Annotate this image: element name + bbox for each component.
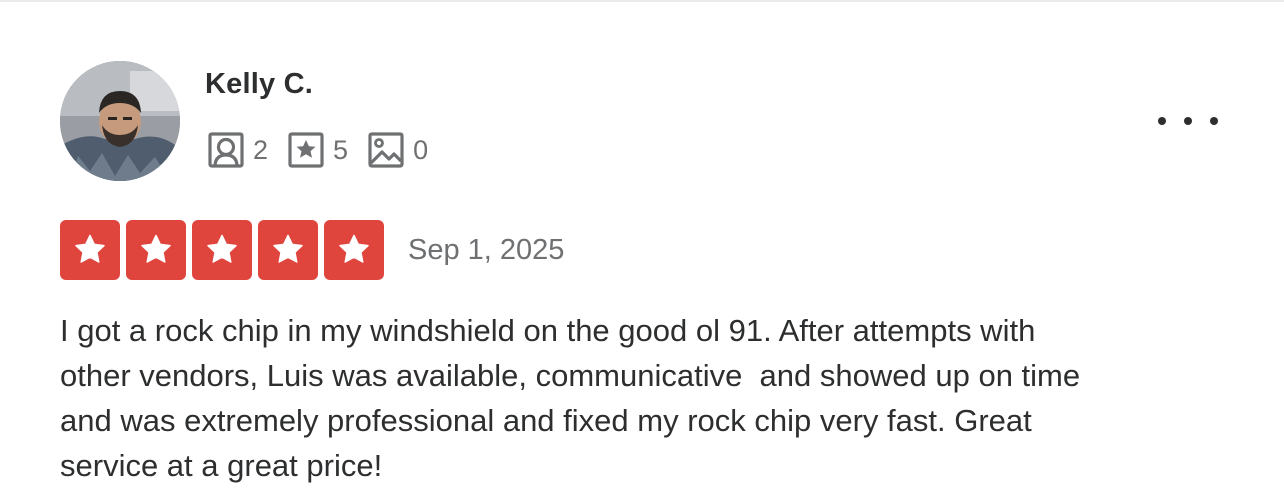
reviews-count: 5	[333, 134, 349, 165]
user-name[interactable]: Kelly C.	[205, 68, 313, 101]
more-options-button[interactable]	[1152, 106, 1224, 136]
more-options-icon	[1210, 117, 1218, 125]
reviews-stat: 5	[286, 130, 348, 170]
user-avatar[interactable]	[60, 61, 180, 181]
friends-stat: 2	[206, 130, 268, 170]
photo-icon	[368, 132, 404, 168]
star-icon	[273, 234, 303, 263]
friends-icon	[208, 132, 244, 168]
photos-count: 0	[413, 134, 429, 165]
friends-count: 2	[253, 134, 269, 165]
rating-star	[192, 220, 252, 280]
review-text: I got a rock chip in my windshield on th…	[60, 313, 1081, 483]
rating-star	[126, 220, 186, 280]
review-star-icon	[288, 132, 324, 168]
top-divider	[0, 0, 1284, 2]
rating-star	[324, 220, 384, 280]
user-stats: 2 5 0	[206, 130, 446, 170]
star-icon	[141, 234, 171, 263]
review-date: Sep 1, 2025	[408, 234, 565, 266]
star-icon	[75, 234, 105, 263]
more-options-icon	[1158, 117, 1166, 125]
rating-star	[60, 220, 120, 280]
star-icon	[207, 234, 237, 263]
rating-star	[258, 220, 318, 280]
more-options-icon	[1184, 117, 1192, 125]
photos-stat: 0	[366, 130, 428, 170]
star-icon	[339, 234, 369, 263]
star-rating	[60, 220, 384, 280]
avatar-photo	[60, 61, 180, 181]
